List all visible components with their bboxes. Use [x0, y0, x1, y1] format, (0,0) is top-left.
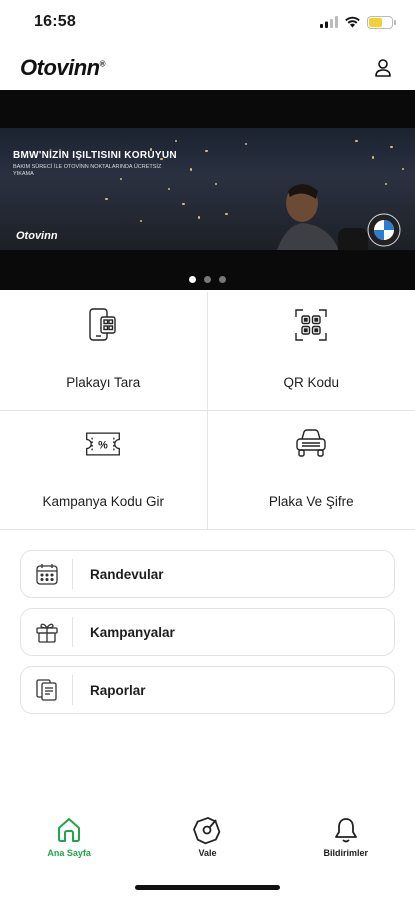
menu-label: Randevular — [90, 566, 164, 582]
home-icon — [58, 818, 81, 842]
menu-item-campaigns[interactable]: Kampanyalar — [20, 608, 395, 656]
vale-icon — [193, 817, 221, 845]
nav-notifications[interactable]: Bildirimler — [301, 815, 391, 858]
carousel-dot[interactable] — [189, 276, 196, 283]
status-bar: 16:58 — [0, 0, 415, 44]
home-indicator — [135, 885, 280, 890]
nav-home[interactable]: Ana Sayfa — [24, 815, 114, 858]
carousel-pagination — [0, 276, 415, 283]
banner-image — [0, 128, 415, 250]
plate-password-button[interactable]: Plaka Ve Şifre — [208, 411, 415, 530]
banner-brand: Otovinn — [16, 230, 58, 242]
bottom-navigation: Ana Sayfa Vale Bildirimler — [0, 815, 415, 870]
coupon-percent-icon: % — [86, 432, 121, 455]
status-icons — [320, 15, 396, 29]
menu-label: Raporlar — [90, 682, 146, 698]
reports-icon — [35, 679, 57, 701]
nav-label: Vale — [198, 848, 217, 858]
battery-icon — [367, 15, 396, 29]
signal-icon — [320, 16, 338, 28]
bmw-logo-icon — [367, 213, 401, 247]
car-plate-icon — [296, 428, 326, 457]
banner-heading: BMW'NİZİN IŞILTISINI KORUYUN — [13, 150, 177, 161]
calendar-icon — [35, 564, 58, 585]
profile-button[interactable] — [371, 56, 395, 80]
action-label: Kampanya Kodu Gir — [42, 494, 165, 509]
quick-actions: Plakayı Tara QR Kodu % Kampanya Kodu Gir… — [0, 292, 415, 530]
action-label: QR Kodu — [283, 374, 340, 390]
carousel-dot[interactable] — [204, 276, 211, 283]
person-silhouette — [277, 184, 368, 250]
bell-icon — [334, 818, 357, 843]
gift-icon — [35, 623, 58, 643]
nav-label: Bildirimler — [323, 848, 369, 858]
user-icon — [375, 59, 391, 77]
carousel-dot[interactable] — [219, 276, 226, 283]
menu-label: Kampanyalar — [90, 624, 175, 640]
nav-label: Ana Sayfa — [47, 848, 91, 858]
action-label: Plaka Ve Şifre — [268, 494, 354, 509]
status-time: 16:58 — [34, 13, 76, 30]
nav-vale[interactable]: Vale — [162, 815, 252, 858]
qr-code-icon — [295, 309, 327, 341]
qr-code-button[interactable]: QR Kodu — [207, 292, 415, 411]
menu-item-reports[interactable]: Raporlar — [20, 666, 395, 714]
menu-list: Randevular Kampanyalar Raporlar — [20, 550, 395, 724]
scan-plate-button[interactable]: Plakayı Tara — [0, 292, 208, 411]
app-logo: Otovinn® — [20, 55, 106, 81]
wifi-icon — [345, 16, 360, 28]
app-header: Otovinn® — [0, 48, 415, 88]
banner-subtext: BAKIM SÜRECİ İLE OTOVİNN NOKTALARINDA ÜC… — [13, 164, 162, 177]
svg-text:%: % — [98, 439, 108, 451]
menu-item-appointments[interactable]: Randevular — [20, 550, 395, 598]
action-label: Plakayı Tara — [66, 374, 141, 390]
promo-banner[interactable]: BMW'NİZİN IŞILTISINI KORUYUN BAKIM SÜREC… — [0, 90, 415, 290]
logo-text: Otovinn — [20, 55, 100, 80]
campaign-code-button[interactable]: % Kampanya Kodu Gir — [0, 410, 208, 529]
phone-scan-icon — [89, 308, 116, 341]
logo-registered-mark: ® — [99, 59, 106, 69]
